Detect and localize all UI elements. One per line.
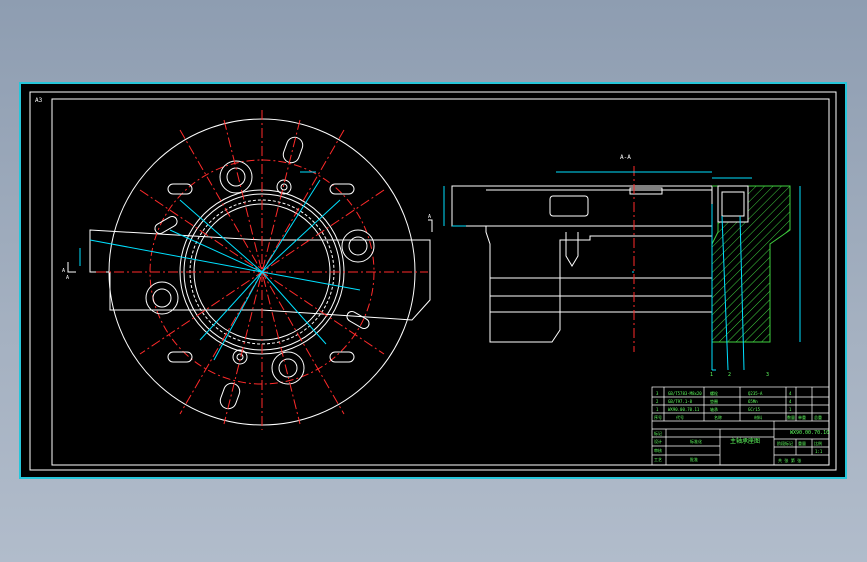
- sheet-size-label: A3: [35, 97, 43, 104]
- cad-viewport: A3 A A A A-A 1 2 3 3 GB/T5783-M8x20 螺栓 Q…: [19, 82, 847, 479]
- title-block-approve: 批准: [690, 456, 698, 462]
- title-block-review: 审核: [654, 447, 662, 453]
- title-block-change-row: 标记: [654, 430, 662, 436]
- title-block-designer: 设计: [654, 438, 662, 444]
- bom-row-2-code: GB/T97.1-8: [668, 399, 693, 404]
- bom-header-total-weight: 总重: [814, 414, 822, 420]
- bom-row-3-name: 螺栓: [710, 390, 718, 396]
- leader-label-1: 1: [710, 372, 713, 378]
- title-block-process: 工艺: [654, 457, 662, 462]
- bom-header-index: 序号: [654, 414, 662, 420]
- title-block-part-title: 主轴承座图: [730, 437, 760, 445]
- bom-row-1-material: GCr15: [748, 407, 761, 412]
- bom-header-material: 材料: [754, 414, 762, 420]
- bom-row-3-code: GB/T5783-M8x20: [668, 391, 702, 396]
- title-block-scale-label: 比例: [814, 440, 822, 446]
- bom-row-2-name: 垫圈: [710, 398, 718, 404]
- bom-row-1-name: 轴承: [710, 406, 718, 412]
- bom-header-unit-weight: 单重: [798, 414, 806, 420]
- leader-label-3: 3: [766, 372, 769, 378]
- title-block-stage-label: 阶段标记: [777, 440, 793, 446]
- section-marker-left-bottom: A: [66, 275, 69, 281]
- title-block-scale: 1:1: [815, 449, 823, 454]
- bom-row-2-material: 65Mn: [748, 399, 758, 404]
- bom-header-qty: 数量: [787, 414, 795, 420]
- title-block-drawing-number: WX90.00.70.10: [790, 430, 829, 436]
- leader-label-2: 2: [728, 372, 731, 378]
- bom-row-1-code: WX90.00.70.11: [668, 407, 700, 412]
- bom-header-code: 代号: [676, 414, 684, 420]
- section-label: A-A: [620, 154, 631, 161]
- bom-row-3-material: Q235-A: [748, 391, 763, 396]
- title-block-weight-label: 重量: [798, 440, 806, 446]
- section-marker-left-top: A: [62, 268, 65, 274]
- title-block-sheet-info: 共 张 第 张: [778, 457, 801, 463]
- bom-header-name: 名称: [714, 414, 722, 420]
- section-marker-right: A: [428, 214, 431, 220]
- title-block-standard: 标准化: [690, 438, 702, 444]
